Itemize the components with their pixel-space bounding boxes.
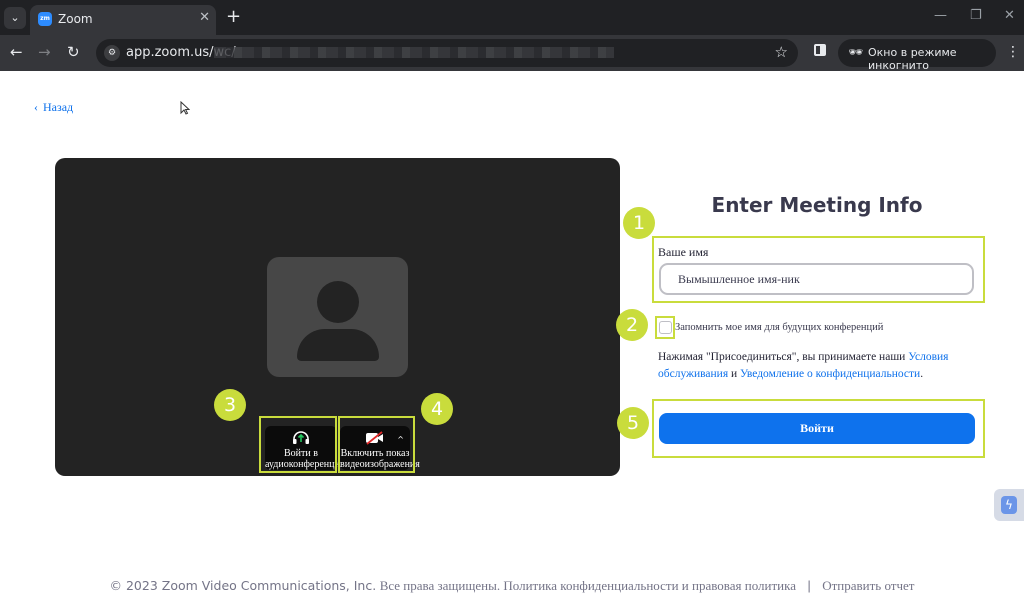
more-menu-icon[interactable]: ⋮ bbox=[1006, 44, 1020, 60]
back-link[interactable]: ‹ Назад bbox=[34, 100, 73, 115]
footer-separator: | bbox=[807, 579, 811, 593]
annotation-badge-5: 5 bbox=[617, 407, 649, 439]
footer: © 2023 Zoom Video Communications, Inc. В… bbox=[0, 578, 1024, 594]
close-tab-icon[interactable]: ✕ bbox=[199, 10, 210, 25]
zoom-join-page: ‹ Назад Войти в аудиоконференцию Включит… bbox=[0, 71, 1024, 597]
floating-extension-widget[interactable]: ϟ bbox=[994, 489, 1024, 521]
new-tab-icon[interactable]: + bbox=[226, 6, 241, 27]
browser-tab[interactable]: zm Zoom ✕ bbox=[30, 5, 216, 35]
incognito-icon: 🕶 bbox=[848, 45, 864, 59]
side-panel-icon[interactable] bbox=[814, 44, 826, 56]
browser-toolbar: ← → ↻ ⚙ app.zoom.us/wc/ ☆ 🕶 Окно в режим… bbox=[0, 35, 1024, 72]
terms-suffix: . bbox=[920, 368, 924, 380]
close-window-icon[interactable]: ✕ bbox=[1004, 8, 1015, 23]
restore-icon[interactable]: ❐ bbox=[970, 8, 982, 23]
tab-title: Zoom bbox=[58, 12, 93, 26]
annotation-box-5 bbox=[652, 399, 985, 458]
back-arrow-icon[interactable]: ← bbox=[10, 43, 23, 61]
forward-arrow-icon[interactable]: → bbox=[38, 43, 51, 61]
zoom-favicon-icon: zm bbox=[38, 12, 52, 26]
privacy-notice-link[interactable]: Уведомление о конфиденциальности bbox=[740, 368, 920, 380]
chevron-left-icon: ‹ bbox=[34, 100, 38, 114]
terms-notice: Нажимая "Присоединиться", вы принимаете … bbox=[658, 349, 976, 383]
avatar-placeholder bbox=[267, 257, 408, 377]
annotation-box-3 bbox=[259, 416, 337, 473]
url-redacted bbox=[214, 47, 614, 58]
browser-tab-bar: ⌄ zm Zoom ✕ + — ❐ ✕ bbox=[0, 0, 1024, 35]
terms-prefix: Нажимая "Присоединиться", вы принимаете … bbox=[658, 351, 906, 363]
footer-copyright: © 2023 Zoom Video Communications, Inc. bbox=[109, 578, 377, 593]
footer-rights[interactable]: Все права защищены. Политика конфиденциа… bbox=[380, 578, 796, 593]
remember-name-label: Запомнить мое имя для будущих конференци… bbox=[675, 322, 884, 333]
terms-conjunction: и bbox=[731, 368, 738, 380]
tab-search-button[interactable]: ⌄ bbox=[4, 7, 26, 29]
incognito-label: Окно в режиме инкогнито bbox=[868, 46, 957, 72]
address-bar[interactable]: ⚙ app.zoom.us/wc/ ☆ bbox=[96, 39, 798, 67]
lightning-icon: ϟ bbox=[1001, 496, 1017, 514]
annotation-box-2 bbox=[655, 316, 675, 339]
page-title: Enter Meeting Info bbox=[711, 193, 923, 217]
avatar-head-icon bbox=[317, 281, 359, 323]
annotation-badge-3: 3 bbox=[214, 389, 246, 421]
annotation-badge-2: 2 bbox=[616, 309, 648, 341]
annotation-badge-4: 4 bbox=[421, 393, 453, 425]
back-link-label: Назад bbox=[43, 100, 74, 114]
mouse-cursor-icon bbox=[180, 101, 190, 115]
annotation-box-4 bbox=[338, 416, 415, 473]
annotation-box-1 bbox=[652, 236, 985, 303]
minimize-icon[interactable]: — bbox=[934, 8, 947, 23]
reload-icon[interactable]: ↻ bbox=[67, 43, 80, 61]
bookmark-star-icon[interactable]: ☆ bbox=[775, 43, 788, 61]
site-settings-icon[interactable]: ⚙ bbox=[104, 45, 120, 61]
incognito-indicator[interactable]: 🕶 Окно в режиме инкогнито bbox=[838, 39, 996, 72]
send-report-link[interactable]: Отправить отчет bbox=[822, 578, 914, 593]
avatar-body-icon bbox=[297, 329, 379, 361]
annotation-badge-1: 1 bbox=[623, 207, 655, 239]
